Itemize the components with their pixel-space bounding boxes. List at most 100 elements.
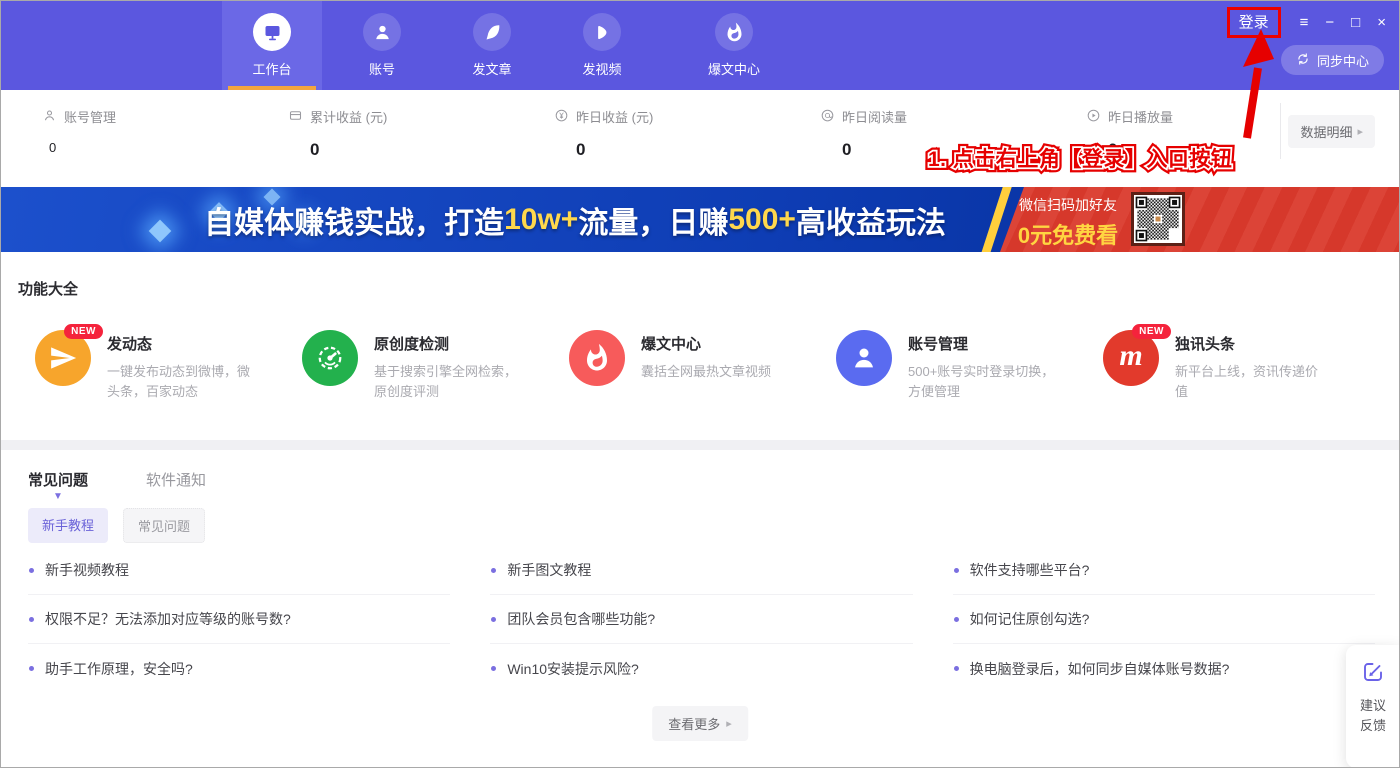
stat-icon <box>42 108 57 126</box>
feedback-button[interactable]: 建议 反馈 <box>1346 645 1400 768</box>
stat-value: 0 <box>49 140 116 155</box>
faq-tab-label: 软件通知 <box>146 472 206 489</box>
nav-tab-monitor[interactable]: 工作台 <box>222 0 322 90</box>
faq-list: 新手视频教程 新手图文教程 软件支持哪些平台? 权限不足？无法添加对应等级的账号… <box>28 546 1375 693</box>
faq-filter-pills: 新手教程常见问题 <box>28 508 205 543</box>
faq-item-text: 新手图文教程 <box>507 560 591 580</box>
stat-label: 昨日播放量 <box>1108 107 1173 126</box>
feature-icon: NEW m <box>1103 330 1159 386</box>
feature-card[interactable]: 账号管理 500+账号实时登录切换，方便管理 <box>836 330 1103 402</box>
feature-icon <box>569 330 625 386</box>
stats-divider <box>1280 103 1281 159</box>
stat-icon <box>288 108 303 126</box>
promo-banner[interactable]: 自媒体赚钱实战，打造10w+流量，日赚500+高收益玩法 微信扫码加好友 0元免… <box>0 187 1400 252</box>
faq-item[interactable]: 如何记住原创勾选? <box>953 595 1375 644</box>
feature-card[interactable]: NEW m 独讯头条 新平台上线，资讯传递价值 <box>1103 330 1370 402</box>
faq-item-text: 软件支持哪些平台? <box>970 560 1090 580</box>
feature-card[interactable]: 原创度检测 基于搜索引擎全网检索，原创度评测 <box>302 330 569 402</box>
stat-item: 昨日阅读量 0 <box>820 107 907 160</box>
features-section: 功能大全 NEW 发动态 一键发布动态到微博，微头条，百家动态 原创度检测 基于… <box>0 252 1400 440</box>
data-detail-label: 数据明细 <box>1300 122 1352 141</box>
sync-center-button[interactable]: 同步中心 <box>1281 45 1384 75</box>
banner-wechat-block: 微信扫码加好友 0元免费看 <box>1008 195 1128 250</box>
stat-item: 昨日收益 (元) 0 <box>554 107 653 160</box>
features-title: 功能大全 <box>18 278 78 299</box>
banner-decor-cube <box>149 220 172 243</box>
app-header: 工作台 账号 发文章 发视频 爆文中心 登录 ≡ − □ × 同步中心 <box>0 0 1400 90</box>
minimize-icon[interactable]: − <box>1325 15 1334 30</box>
nav-tab-video[interactable]: 发视频 <box>552 0 652 90</box>
bullet-dot <box>491 666 496 671</box>
chevron-right-icon: ▸ <box>726 717 732 730</box>
bullet-dot <box>954 617 959 622</box>
bullet-dot <box>29 568 34 573</box>
feature-desc: 一键发布动态到微博，微头条，百家动态 <box>107 362 257 402</box>
feature-title: 独讯头条 <box>1175 333 1325 354</box>
maximize-icon[interactable]: □ <box>1351 15 1360 30</box>
wechat-line2: 0元免费看 <box>1008 218 1128 250</box>
sync-center-label: 同步中心 <box>1317 51 1369 70</box>
faq-item[interactable]: 权限不足？无法添加对应等级的账号数? <box>28 595 450 644</box>
faq-item[interactable]: 新手图文教程 <box>490 546 912 595</box>
faq-filter-pill[interactable]: 常见问题 <box>123 508 205 543</box>
stat-icon <box>554 108 569 126</box>
faq-tab-label: 常见问题 <box>28 472 88 489</box>
data-detail-button[interactable]: 数据明细 ▸ <box>1288 115 1375 148</box>
faq-item[interactable]: 助手工作原理，安全吗? <box>28 644 450 693</box>
stat-item: 账号管理 0 <box>42 107 116 155</box>
nav-tab-icon <box>253 13 291 51</box>
feature-desc: 囊括全网最热文章视频 <box>641 362 791 382</box>
stat-value: 0 <box>842 140 907 160</box>
features-row: NEW 发动态 一键发布动态到微博，微头条，百家动态 原创度检测 基于搜索引擎全… <box>35 330 1370 402</box>
faq-item[interactable]: 团队会员包含哪些功能? <box>490 595 912 644</box>
feature-icon <box>836 330 892 386</box>
faq-tab[interactable]: 软件通知 <box>146 469 206 490</box>
faq-tab[interactable]: 常见问题 ▼ <box>28 469 88 490</box>
tutorial-annotation: 1. 点击右上角【登录】入口按钮 <box>928 143 1232 173</box>
new-badge: NEW <box>1132 324 1171 339</box>
feature-card[interactable]: 爆文中心 囊括全网最热文章视频 <box>569 330 836 402</box>
nav-tab-label: 发视频 <box>582 59 621 78</box>
faq-item[interactable]: Win10安装提示风险? <box>490 644 912 693</box>
faq-item-text: 团队会员包含哪些功能? <box>507 609 655 629</box>
nav-tab-feather[interactable]: 发文章 <box>442 0 542 90</box>
refresh-icon <box>1296 52 1310 69</box>
faq-item[interactable]: 新手视频教程 <box>28 546 450 595</box>
stat-label: 累计收益 (元) <box>310 107 387 126</box>
faq-item[interactable]: 软件支持哪些平台? <box>953 546 1375 595</box>
stat-value: 0 <box>310 140 387 160</box>
nav-tab-icon <box>473 13 511 51</box>
bullet-dot <box>29 666 34 671</box>
faq-item[interactable]: 换电脑登录后，如何同步自媒体账号数据? <box>953 644 1375 693</box>
faq-filter-pill[interactable]: 新手教程 <box>28 508 108 543</box>
feedback-label: 建议 反馈 <box>1360 696 1386 736</box>
faq-item-text: 换电脑登录后，如何同步自媒体账号数据? <box>970 659 1230 679</box>
new-badge: NEW <box>64 324 103 339</box>
feature-icon: NEW <box>35 330 91 386</box>
nav-tab-flame[interactable]: 爆文中心 <box>684 0 784 90</box>
feature-card[interactable]: NEW 发动态 一键发布动态到微博，微头条，百家动态 <box>35 330 302 402</box>
view-more-label: 查看更多 <box>668 714 720 733</box>
banner-headline-segment: 流量，日赚 <box>578 198 728 242</box>
view-more-button[interactable]: 查看更多 ▸ <box>652 706 748 741</box>
bullet-dot <box>954 568 959 573</box>
menu-icon[interactable]: ≡ <box>1300 15 1309 30</box>
feature-icon <box>302 330 358 386</box>
wechat-line1: 微信扫码加好友 <box>1008 195 1128 215</box>
login-button[interactable]: 登录 <box>1227 7 1281 38</box>
banner-headline-segment: 高收益玩法 <box>796 198 946 242</box>
nav-tab-label: 账号 <box>369 59 395 78</box>
tutorial-annotation-text: 1. 点击右上角【登录】入口按钮 <box>928 148 1232 171</box>
faq-item-text: 权限不足？无法添加对应等级的账号数? <box>45 609 291 629</box>
stat-value: 0 <box>576 140 653 160</box>
nav-tab-user[interactable]: 账号 <box>332 0 432 90</box>
stat-icon <box>820 108 835 126</box>
stat-label: 昨日收益 (元) <box>576 107 653 126</box>
stat-item: 累计收益 (元) 0 <box>288 107 387 160</box>
faq-tabs: 常见问题 ▼ 软件通知 <box>28 469 206 490</box>
stat-label: 账号管理 <box>64 107 116 126</box>
faq-item-text: Win10安装提示风险? <box>507 659 638 679</box>
feature-title: 发动态 <box>107 333 257 354</box>
close-icon[interactable]: × <box>1377 15 1386 30</box>
banner-headline: 自媒体赚钱实战，打造10w+流量，日赚500+高收益玩法 <box>170 187 980 252</box>
